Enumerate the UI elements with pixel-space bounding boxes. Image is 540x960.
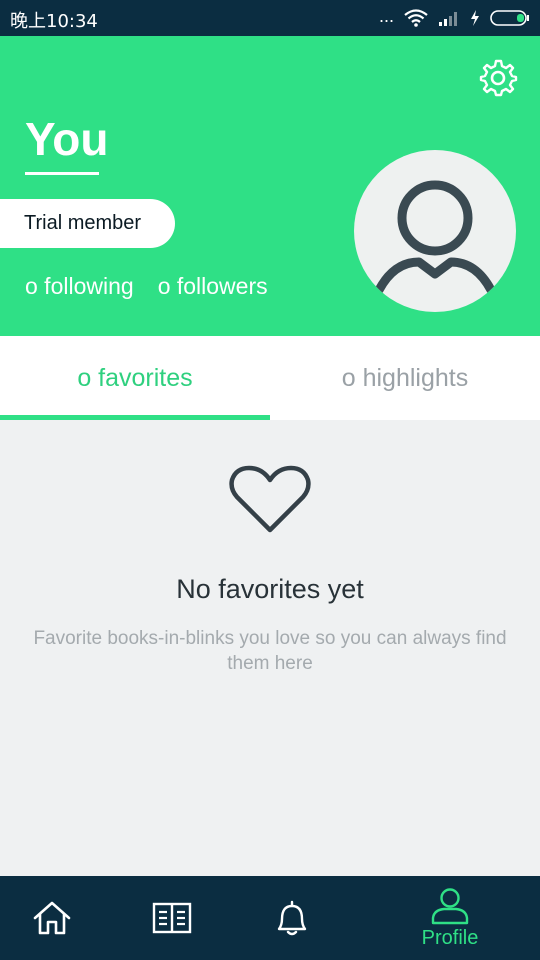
profile-icon [431, 887, 469, 924]
follow-counts: o following o followers [25, 273, 268, 300]
nav-notifications[interactable] [232, 876, 352, 960]
tab-bar: o favorites o highlights [0, 336, 540, 420]
status-time: 晚上10:34 [10, 11, 98, 32]
nav-home[interactable] [0, 876, 112, 960]
signal-icon [439, 12, 457, 26]
tab-favorites-label: o favorites [77, 363, 193, 392]
more-dots-icon: ... [378, 6, 394, 26]
tab-highlights[interactable]: o highlights [270, 336, 540, 420]
bell-icon [277, 900, 307, 936]
battery-icon [490, 10, 529, 26]
tab-highlights-label: o highlights [341, 363, 469, 392]
profile-header: You Trial member o following o followers [0, 36, 540, 336]
charging-icon [471, 10, 479, 26]
heart-icon [229, 465, 311, 533]
membership-badge: Trial member [0, 199, 175, 248]
book-icon [152, 902, 192, 934]
avatar[interactable] [354, 150, 516, 312]
empty-state: No favorites yet Favorite books-in-blink… [0, 420, 540, 876]
nav-profile-label: Profile [421, 926, 479, 949]
status-bar: 晚上10:34 ... [0, 0, 540, 36]
tab-favorites[interactable]: o favorites [0, 336, 270, 420]
title-underline [25, 172, 99, 175]
followers-count[interactable]: o followers [158, 273, 268, 300]
nav-profile[interactable]: Profile [390, 876, 510, 960]
home-icon [33, 901, 71, 935]
wifi-icon [404, 9, 428, 27]
status-icons: ... [379, 7, 530, 29]
empty-state-title: No favorites yet [176, 574, 364, 604]
bottom-navigation: Profile [0, 876, 540, 960]
nav-library[interactable] [112, 876, 232, 960]
user-silhouette-icon [374, 180, 496, 295]
settings-gear-icon[interactable] [478, 58, 518, 98]
following-count[interactable]: o following [25, 273, 134, 300]
page-title: You [25, 113, 109, 165]
empty-state-description: Favorite books-in-blinks you love so you… [33, 628, 507, 674]
